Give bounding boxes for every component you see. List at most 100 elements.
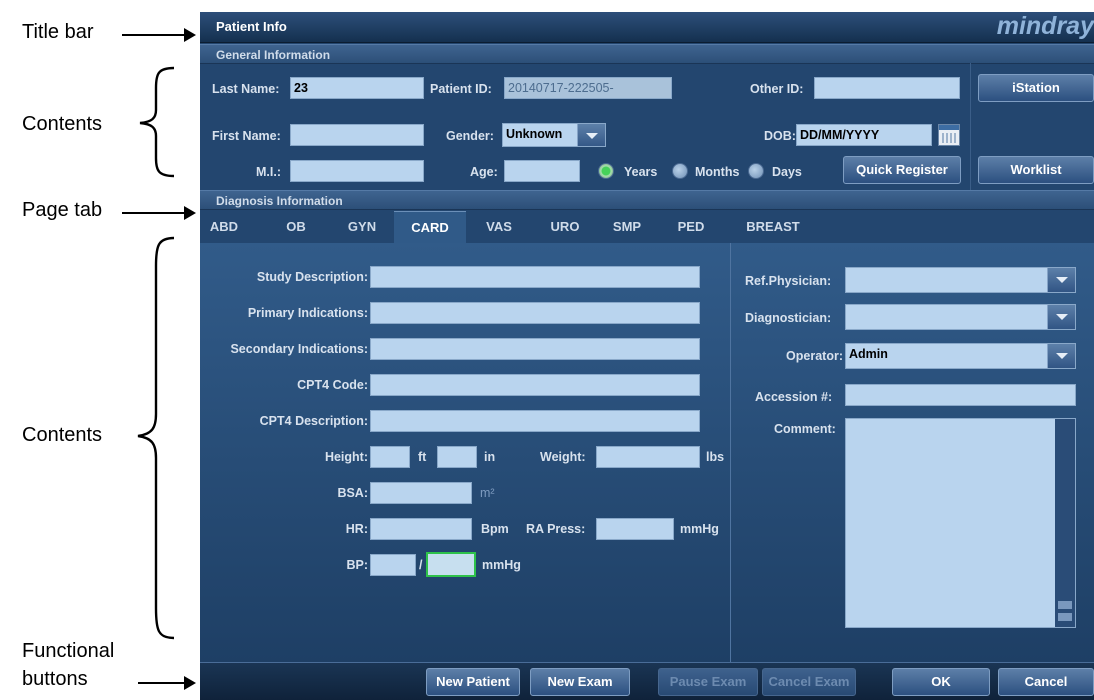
bp-systolic-input[interactable] — [370, 554, 416, 576]
bp-label: BP: — [346, 558, 368, 572]
last-name-input[interactable]: 23 — [290, 77, 424, 99]
cpt4-code-input[interactable] — [370, 374, 700, 396]
bsa-unit: m² — [480, 486, 495, 500]
first-name-input[interactable] — [290, 124, 424, 146]
gender-select[interactable]: Unknown — [502, 123, 606, 147]
accession-label: Accession #: — [755, 390, 833, 404]
window-title: Patient Info — [216, 19, 287, 34]
cpt4-code-label: CPT4 Code: — [297, 378, 368, 392]
tab-card[interactable]: CARD — [394, 211, 466, 243]
arrow-page-tab — [122, 206, 196, 220]
diagnostician-select[interactable] — [845, 304, 1076, 330]
pause-exam-button[interactable]: Pause Exam — [658, 668, 758, 696]
gender-value: Unknown — [506, 127, 563, 141]
radio-years-label: Years — [624, 165, 658, 179]
tab-vas[interactable]: VAS — [476, 211, 522, 243]
primary-indications-input[interactable] — [370, 302, 700, 324]
arrow-functional-buttons — [138, 676, 196, 690]
new-exam-button[interactable]: New Exam — [530, 668, 630, 696]
bpm-unit: Bpm — [481, 522, 509, 536]
diagnostician-label: Diagnostician: — [745, 311, 832, 325]
comment-textarea[interactable] — [845, 418, 1076, 628]
height-ft-input[interactable] — [370, 446, 410, 468]
annotation-title-bar: Title bar — [22, 21, 94, 43]
scroll-down-icon[interactable] — [1058, 613, 1072, 621]
tab-uro[interactable]: URO — [540, 211, 590, 243]
hr-input[interactable] — [370, 518, 472, 540]
patient-id-input[interactable]: 20140717-222505- — [504, 77, 672, 99]
quick-register-button[interactable]: Quick Register — [843, 156, 961, 184]
radio-months-label: Months — [695, 165, 740, 179]
bp-diastolic-input[interactable] — [426, 552, 476, 577]
comment-scrollbar[interactable] — [1055, 419, 1075, 627]
cpt4-description-label: CPT4 Description: — [259, 414, 368, 428]
operator-value: Admin — [849, 347, 888, 361]
general-divider — [970, 63, 971, 191]
radio-years[interactable] — [598, 163, 614, 179]
chevron-down-icon[interactable] — [1047, 344, 1075, 368]
patient-id-label: Patient ID: — [430, 82, 492, 96]
cancel-button[interactable]: Cancel — [998, 668, 1094, 696]
diagnosis-info-title: Diagnosis Information — [216, 194, 343, 208]
accession-input[interactable] — [845, 384, 1076, 406]
annotation-contents-main: Contents — [22, 424, 103, 446]
radio-days[interactable] — [748, 163, 764, 179]
last-name-label: Last Name: — [212, 82, 280, 96]
bp-unit: mmHg — [482, 558, 521, 572]
cpt4-description-input[interactable] — [370, 410, 700, 432]
arrow-title-bar — [122, 28, 196, 42]
title-bar: Patient Info mindray — [200, 12, 1094, 43]
operator-label: Operator: — [786, 349, 843, 363]
weight-input[interactable] — [596, 446, 700, 468]
in-unit: in — [484, 450, 496, 464]
content-divider — [730, 243, 731, 662]
annotation-contents-top: Contents — [22, 113, 103, 135]
tab-gyn[interactable]: GYN — [336, 211, 388, 243]
ref-physician-select[interactable] — [845, 267, 1076, 293]
tab-breast[interactable]: BREAST — [740, 211, 806, 243]
patient-info-screen: Patient Info mindray General Information… — [200, 12, 1094, 700]
tab-abd[interactable]: ABD — [202, 211, 246, 243]
worklist-button[interactable]: Worklist — [978, 156, 1094, 184]
study-description-label: Study Description: — [256, 270, 368, 284]
ra-press-unit: mmHg — [680, 522, 719, 536]
study-description-input[interactable] — [370, 266, 700, 288]
weight-label: Weight: — [540, 450, 586, 464]
general-info-title: General Information — [216, 48, 331, 62]
secondary-indications-label: Secondary Indications: — [230, 342, 368, 356]
dob-label: DOB: — [764, 129, 796, 143]
lbs-unit: lbs — [706, 450, 725, 464]
other-id-input[interactable] — [814, 77, 960, 99]
brand-logo: mindray — [996, 12, 1094, 40]
chevron-down-icon[interactable] — [577, 124, 605, 146]
chevron-down-icon[interactable] — [1047, 305, 1075, 329]
ok-button[interactable]: OK — [892, 668, 990, 696]
general-info-header: General Information — [200, 44, 1094, 64]
ra-press-input[interactable] — [596, 518, 674, 540]
primary-indications-label: Primary Indications: — [247, 306, 368, 320]
scroll-up-icon[interactable] — [1058, 601, 1072, 609]
height-label: Height: — [324, 450, 368, 464]
tab-ped[interactable]: PED — [666, 211, 716, 243]
cancel-exam-button[interactable]: Cancel Exam — [762, 668, 856, 696]
annotation-functional: Functional — [22, 640, 115, 662]
secondary-indications-input[interactable] — [370, 338, 700, 360]
other-id-label: Other ID: — [750, 82, 804, 96]
bsa-input[interactable] — [370, 482, 472, 504]
new-patient-button[interactable]: New Patient — [426, 668, 520, 696]
radio-months[interactable] — [672, 163, 688, 179]
tab-smp[interactable]: SMP — [602, 211, 652, 243]
age-label: Age: — [470, 165, 498, 179]
operator-select[interactable]: Admin — [845, 343, 1076, 369]
calendar-icon[interactable] — [938, 124, 960, 146]
tab-ob[interactable]: OB — [274, 211, 318, 243]
istation-button[interactable]: iStation — [978, 74, 1094, 102]
chevron-down-icon[interactable] — [1047, 268, 1075, 292]
mi-label: M.I.: — [256, 165, 281, 179]
height-in-input[interactable] — [437, 446, 477, 468]
first-name-label: First Name: — [212, 129, 281, 143]
exam-tabs: ABD OB GYN CARD VAS URO SMP PED BREAST — [200, 211, 1094, 243]
dob-input[interactable]: DD/MM/YYYY — [796, 124, 932, 146]
age-input[interactable] — [504, 160, 580, 182]
mi-input[interactable] — [290, 160, 424, 182]
